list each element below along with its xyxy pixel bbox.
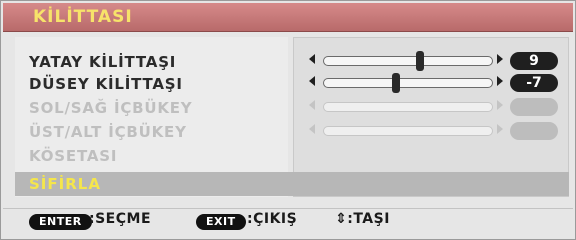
select-hint: :SEÇME — [89, 211, 152, 227]
increase-arrow-icon — [497, 100, 503, 110]
increase-arrow-icon — [497, 124, 503, 134]
slider-knob[interactable] — [392, 73, 400, 93]
corner-stone-label: KÖSETASI — [29, 147, 118, 165]
slider-track — [323, 102, 493, 112]
slider-track — [323, 73, 493, 93]
projector-menu: KİLİTTASI YATAY KİLİTTAŞI 9 DÜSEY KİLİTT… — [0, 0, 576, 240]
pincushion-top-bottom-label: ÜST/ALT İÇBÜKEY — [29, 123, 187, 141]
decrease-arrow-icon — [309, 124, 315, 134]
decrease-arrow-icon[interactable] — [309, 54, 315, 64]
keystone-vertical-value: -7 — [510, 74, 558, 92]
keystone-vertical-label[interactable]: DÜSEY KİLİTTAŞI — [29, 75, 183, 93]
pincushion-top-bottom-slider — [309, 122, 509, 140]
pincushion-left-right-slider — [309, 98, 509, 116]
reset-item-label[interactable]: SİFİRLA — [29, 175, 101, 193]
move-hint: ⇕:TAŞI — [335, 211, 390, 227]
menu-title: KİLİTTASI — [33, 7, 133, 27]
pincushion-left-right-label: SOL/SAĞ İÇBÜKEY — [29, 99, 193, 117]
slider-track — [323, 126, 493, 136]
increase-arrow-icon[interactable] — [497, 54, 503, 64]
keystone-horizontal-label[interactable]: YATAY KİLİTTAŞI — [29, 53, 176, 71]
enter-key-pill: ENTER — [29, 214, 92, 230]
slider-track — [323, 51, 493, 71]
decrease-arrow-icon — [309, 100, 315, 110]
increase-arrow-icon[interactable] — [497, 76, 503, 86]
keystone-vertical-slider[interactable] — [309, 73, 509, 93]
exit-hint: :ÇIKIŞ — [247, 211, 298, 227]
menu-title-bar: KİLİTTASI — [3, 3, 573, 32]
pincushion-top-bottom-value — [510, 122, 558, 140]
decrease-arrow-icon[interactable] — [309, 76, 315, 86]
exit-key-pill: EXIT — [196, 214, 246, 230]
slider-knob[interactable] — [416, 51, 424, 71]
pincushion-left-right-value — [510, 98, 558, 116]
keystone-horizontal-value: 9 — [510, 52, 558, 70]
keystone-horizontal-slider[interactable] — [309, 51, 509, 71]
